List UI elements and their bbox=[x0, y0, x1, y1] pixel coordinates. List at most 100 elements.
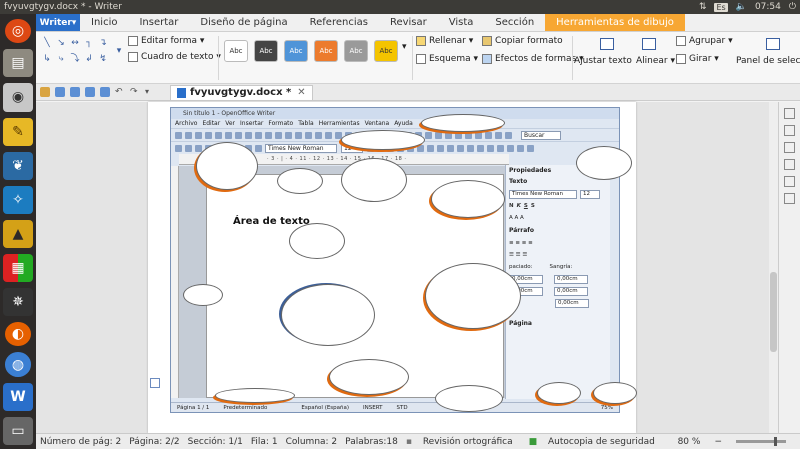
folder-icon[interactable] bbox=[40, 87, 50, 97]
callout-bubble[interactable] bbox=[341, 130, 425, 150]
shape-effects-button[interactable]: Efectos de formas ▾ bbox=[482, 54, 584, 64]
pane-icon[interactable] bbox=[784, 193, 795, 204]
text-area-label[interactable]: Área de texto bbox=[233, 216, 310, 227]
bird-icon[interactable]: ❦ bbox=[3, 151, 33, 180]
clock[interactable]: 07:54 bbox=[755, 2, 781, 12]
callout-bubble[interactable] bbox=[537, 382, 581, 404]
zoom-slider[interactable] bbox=[736, 437, 786, 446]
scroll-thumb[interactable] bbox=[770, 272, 777, 352]
status-row[interactable]: Fila: 1 bbox=[251, 437, 278, 447]
selection-pane-icon[interactable] bbox=[766, 38, 783, 50]
status-words[interactable]: Palabras:18 bbox=[345, 437, 398, 447]
pencil-icon[interactable]: ✎ bbox=[3, 117, 33, 146]
pane-icon[interactable] bbox=[784, 142, 795, 153]
callout-bubble[interactable] bbox=[289, 223, 345, 259]
pane-icon[interactable] bbox=[784, 176, 795, 187]
curve-connector-icon[interactable]: ↳ bbox=[42, 54, 52, 64]
arrow-shape-icon[interactable]: ↘ bbox=[56, 38, 66, 48]
pane-icon[interactable] bbox=[784, 125, 795, 136]
more-icon[interactable]: ▾ bbox=[145, 87, 155, 97]
callout-bubble[interactable] bbox=[421, 114, 505, 132]
status-page-num[interactable]: Número de pág: 2 bbox=[40, 437, 121, 447]
pdf-icon[interactable] bbox=[100, 87, 110, 97]
callout-bubble[interactable] bbox=[431, 180, 505, 218]
shape-gallery-more-icon[interactable]: ▾ bbox=[114, 46, 124, 56]
elbow-arrow-icon[interactable]: ↴ bbox=[98, 38, 108, 48]
tab-revisar[interactable]: Revisar bbox=[379, 14, 438, 31]
status-section[interactable]: Sección: 1/1 bbox=[188, 437, 243, 447]
close-tab-icon[interactable]: ✕ bbox=[297, 87, 305, 98]
writer-icon[interactable]: W bbox=[3, 382, 33, 411]
disk-icon[interactable]: ▭ bbox=[3, 416, 33, 445]
shape-style-orange[interactable]: Abc bbox=[314, 40, 338, 62]
firefox-icon[interactable]: ◐ bbox=[5, 322, 31, 347]
autosave-status[interactable]: ■ Autocopia de seguridad bbox=[529, 437, 663, 447]
elbow-connector-icon[interactable]: ┐ bbox=[84, 38, 94, 48]
embedded-screenshot[interactable]: Sin título 1 - OpenOffice Writer Archivo… bbox=[170, 107, 637, 413]
callout-bubble[interactable] bbox=[435, 385, 503, 412]
save-icon[interactable] bbox=[55, 87, 65, 97]
callout-bubble[interactable] bbox=[281, 284, 375, 346]
tab-insertar[interactable]: Insertar bbox=[128, 14, 189, 31]
zoom-control[interactable]: 80 % − bbox=[678, 437, 800, 447]
vertical-scrollbar[interactable] bbox=[769, 102, 778, 433]
triangle-app-icon[interactable]: ▲ bbox=[3, 219, 33, 248]
files-icon[interactable]: ▤ bbox=[3, 49, 33, 78]
document-tab[interactable]: fvyuvgtygv.docx * ✕ bbox=[170, 84, 313, 100]
shape-style-gray[interactable]: Abc bbox=[344, 40, 368, 62]
copy-format-button[interactable]: Copiar formato bbox=[482, 36, 563, 46]
align-icon[interactable] bbox=[642, 38, 659, 50]
curve-arrow-icon[interactable]: ⤷ bbox=[56, 54, 66, 64]
callout-bubble[interactable] bbox=[329, 359, 409, 395]
ubuntu-dash-icon[interactable]: ◎ bbox=[5, 19, 31, 44]
fit-text-icon[interactable] bbox=[600, 38, 617, 50]
tab-vista[interactable]: Vista bbox=[438, 14, 485, 31]
shape-style-blue[interactable]: Abc bbox=[284, 40, 308, 62]
app-menu-button[interactable]: Writer ▾ bbox=[36, 14, 80, 31]
outline-button[interactable]: Esquema ▾ bbox=[416, 54, 478, 64]
edit-shape-button[interactable]: Editar forma ▾ bbox=[128, 36, 204, 46]
zoom-level[interactable]: 80 % bbox=[678, 437, 701, 447]
pane-icon[interactable] bbox=[784, 108, 795, 119]
redo-icon[interactable]: ↷ bbox=[130, 87, 140, 97]
selection-pane-button[interactable]: Panel de selec bbox=[736, 56, 800, 66]
callout-bubble[interactable] bbox=[183, 284, 223, 306]
chromium-icon[interactable]: ◍ bbox=[5, 352, 31, 377]
camera-icon[interactable]: ◉ bbox=[3, 83, 33, 112]
tab-seccion[interactable]: Sección bbox=[484, 14, 545, 31]
grid-app-icon[interactable]: ▦ bbox=[3, 253, 33, 282]
double-arrow-icon[interactable]: ↔ bbox=[70, 38, 80, 48]
zoom-out-icon[interactable]: − bbox=[714, 437, 722, 447]
tab-referencias[interactable]: Referencias bbox=[299, 14, 379, 31]
spellcheck-status[interactable]: ▪ Revisión ortográfica bbox=[406, 437, 521, 447]
network-icon[interactable]: ⇅ bbox=[699, 2, 707, 12]
style-gallery-more-icon[interactable]: ▾ bbox=[402, 42, 407, 52]
print-icon[interactable] bbox=[70, 87, 80, 97]
callout-bubble[interactable] bbox=[277, 168, 323, 194]
inkscape-icon[interactable]: ✧ bbox=[3, 185, 33, 214]
tab-herramientas-dibujo[interactable]: Herramientas de dibujo bbox=[545, 14, 685, 31]
fill-button[interactable]: Rellenar ▾ bbox=[416, 36, 473, 46]
shape-style-yellow[interactable]: Abc bbox=[374, 40, 398, 62]
callout-bubble[interactable] bbox=[341, 158, 407, 202]
power-icon[interactable]: ⏻ bbox=[789, 2, 796, 12]
tab-diseno[interactable]: Diseño de página bbox=[189, 14, 298, 31]
connector-icon[interactable]: ↲ bbox=[84, 54, 94, 64]
text-box-button[interactable]: Cuadro de texto ▾ bbox=[128, 52, 221, 62]
pane-icon[interactable] bbox=[784, 159, 795, 170]
shape-style-white[interactable]: Abc bbox=[224, 40, 248, 62]
spider-icon[interactable]: ✵ bbox=[3, 288, 33, 317]
callout-bubble[interactable] bbox=[196, 142, 258, 190]
undo-icon[interactable]: ↶ bbox=[115, 87, 125, 97]
connector-arrow-icon[interactable]: ↯ bbox=[98, 54, 108, 64]
document-page[interactable]: Sin título 1 - OpenOffice Writer Archivo… bbox=[148, 102, 637, 433]
callout-bubble[interactable] bbox=[593, 382, 637, 404]
print-preview-icon[interactable] bbox=[85, 87, 95, 97]
fit-text-button[interactable]: Ajustar texto bbox=[574, 56, 632, 66]
keyboard-indicator[interactable]: Es bbox=[714, 2, 728, 12]
callout-bubble[interactable] bbox=[215, 388, 295, 403]
shape-style-dark[interactable]: Abc bbox=[254, 40, 278, 62]
page-margin-icon[interactable] bbox=[150, 378, 160, 388]
group-button[interactable]: Agrupar ▾ bbox=[676, 36, 733, 46]
status-pages[interactable]: Página: 2/2 bbox=[129, 437, 179, 447]
